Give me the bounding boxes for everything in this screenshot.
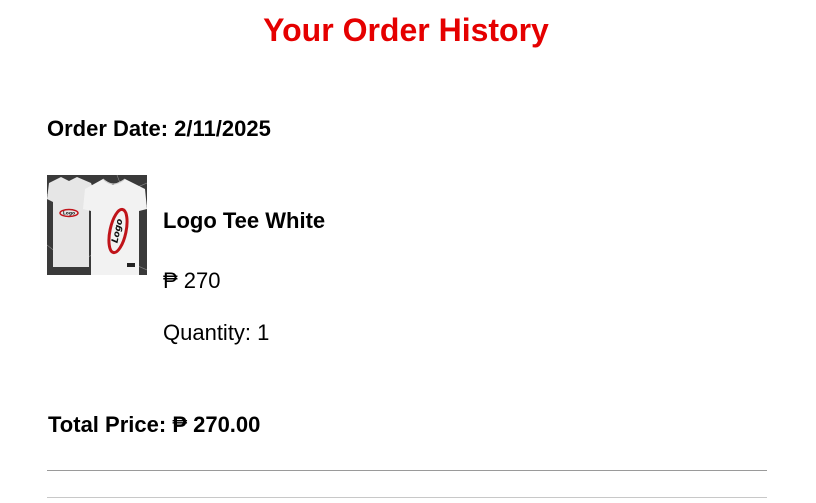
total-price-value: ₱ 270.00 <box>172 412 261 437</box>
quantity-value: 1 <box>257 320 270 345</box>
order-divider-secondary <box>47 497 767 498</box>
order-total: Total Price: ₱ 270.00 <box>48 411 260 439</box>
order-divider <box>47 470 767 471</box>
order-date: Order Date: 2/11/2025 <box>47 115 271 143</box>
page-title: Your Order History <box>263 12 549 48</box>
product-price: ₱ 270 <box>163 268 221 293</box>
product-image: Logo Logo <box>47 175 147 275</box>
order-date-value: 2/11/2025 <box>174 116 271 141</box>
total-price-label: Total Price: <box>48 412 167 437</box>
order-history-page: Your Order History Order Date: 2/11/2025… <box>0 0 816 503</box>
product-quantity: Quantity: 1 <box>163 319 269 347</box>
product-name: Logo Tee White <box>163 208 326 233</box>
order-date-label: Order Date: <box>47 116 169 141</box>
svg-text:Logo: Logo <box>63 211 75 217</box>
quantity-label: Quantity: <box>163 320 252 345</box>
